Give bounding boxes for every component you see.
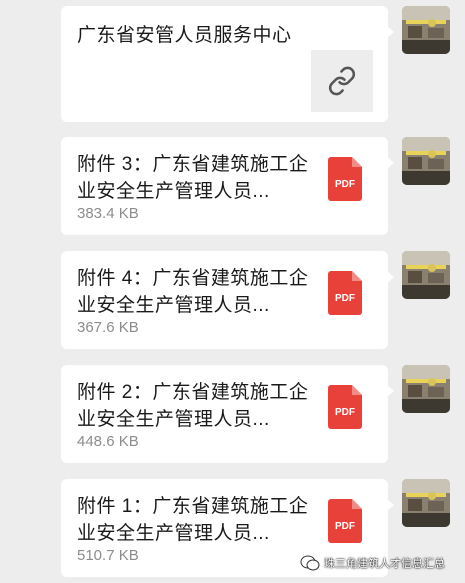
pdf-label: PDF (335, 293, 355, 304)
file-size: 383.4 KB (77, 205, 139, 222)
pdf-file-icon: PDF (328, 499, 362, 543)
file-card[interactable]: 附件 4：广东省建筑施工企业安全生产管理人员... 367.6 KB PDF (61, 251, 394, 349)
link-card[interactable]: 广东省安管人员服务中心 (61, 6, 394, 122)
file-name: 附件 1：广东省建筑施工企业安全生产管理人员... (77, 496, 309, 544)
file-size: 367.6 KB (77, 319, 139, 336)
pdf-label: PDF (335, 521, 355, 532)
pdf-label: PDF (335, 407, 355, 418)
wechat-logo-icon (300, 555, 320, 571)
pdf-label: PDF (335, 179, 355, 190)
avatar[interactable] (402, 365, 450, 413)
file-card[interactable]: 附件 2：广东省建筑施工企业安全生产管理人员... 448.6 KB PDF (61, 365, 394, 463)
file-name: 附件 3：广东省建筑施工企业安全生产管理人员... (77, 154, 309, 202)
file-size: 510.7 KB (77, 547, 139, 564)
file-size: 448.6 KB (77, 433, 139, 450)
link-title: 广东省安管人员服务中心 (77, 25, 292, 46)
avatar[interactable] (402, 479, 450, 527)
link-icon (328, 66, 356, 96)
watermark-text: 珠三角建筑人才信息汇总 (324, 558, 445, 570)
pdf-file-icon: PDF (328, 157, 362, 201)
link-thumbnail (311, 50, 373, 112)
avatar[interactable] (402, 137, 450, 185)
avatar[interactable] (402, 251, 450, 299)
watermark: 珠三角建筑人才信息汇总 (300, 552, 445, 574)
file-name: 附件 4：广东省建筑施工企业安全生产管理人员... (77, 268, 309, 316)
file-card[interactable]: 附件 3：广东省建筑施工企业安全生产管理人员... 383.4 KB PDF (61, 137, 394, 235)
avatar[interactable] (402, 6, 450, 54)
file-name: 附件 2：广东省建筑施工企业安全生产管理人员... (77, 382, 309, 430)
pdf-file-icon: PDF (328, 385, 362, 429)
pdf-file-icon: PDF (328, 271, 362, 315)
